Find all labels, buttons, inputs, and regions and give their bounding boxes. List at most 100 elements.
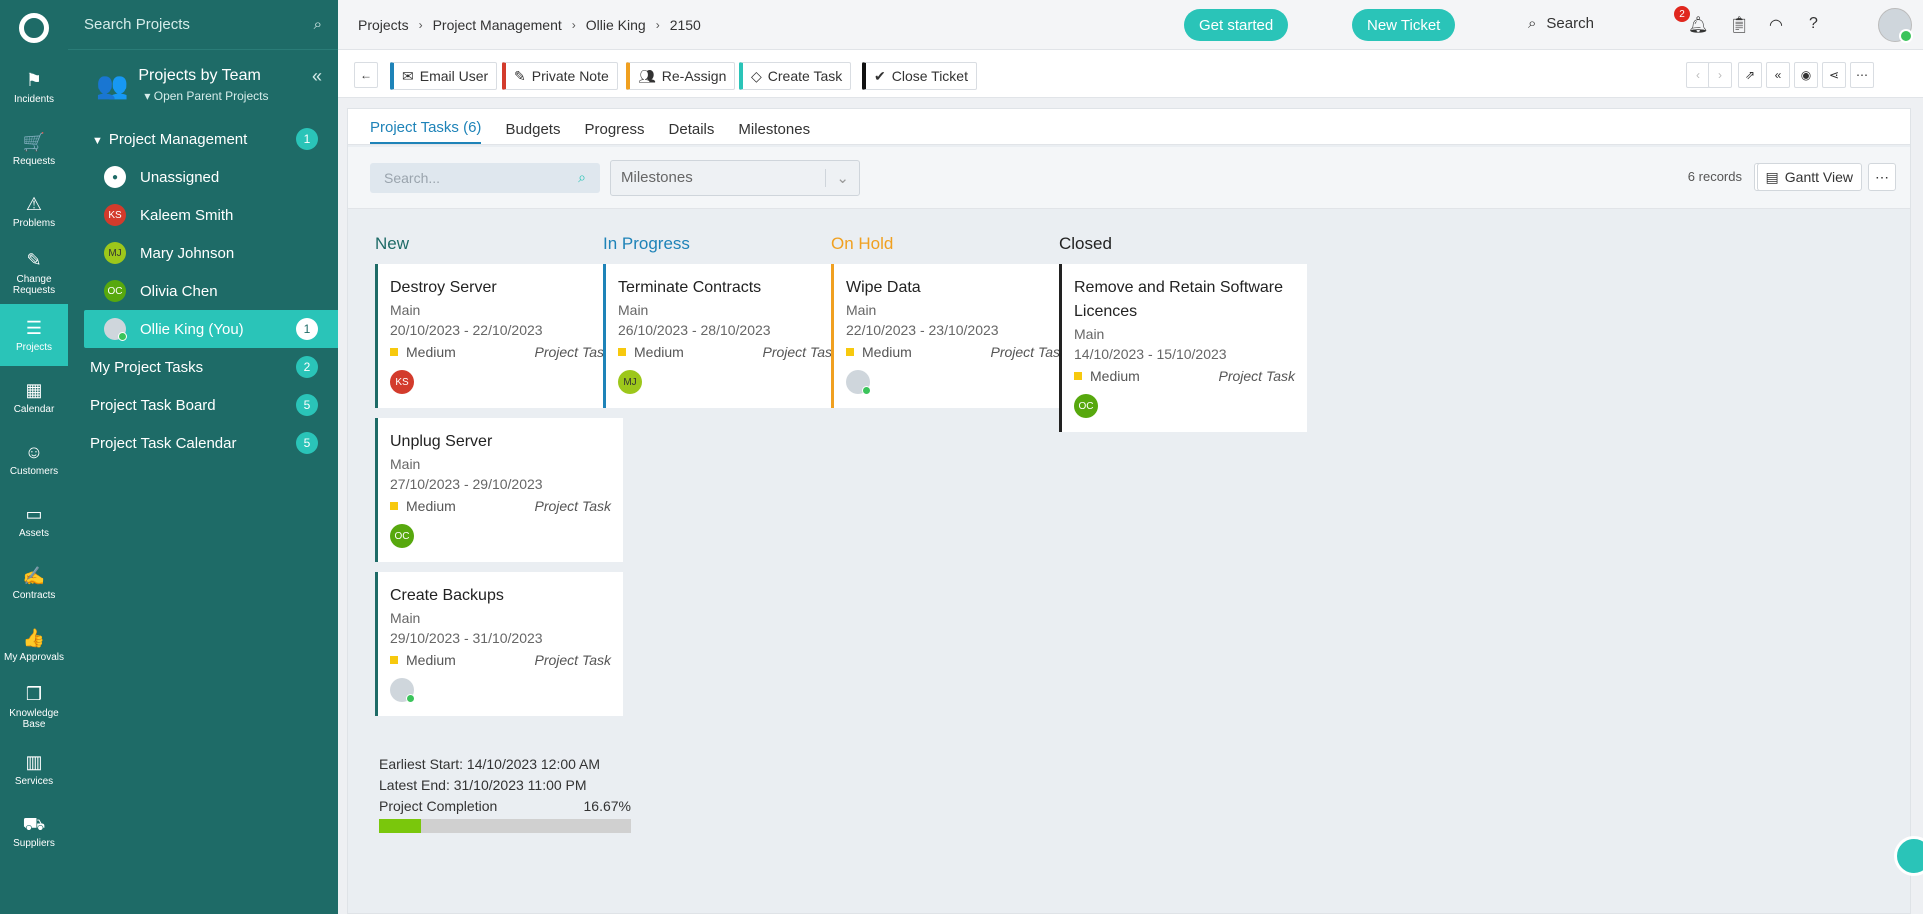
assignee-avatar [390,678,415,703]
assignee-avatar [846,370,871,395]
sidebar-user-name: Unassigned [140,168,220,186]
sidebar-link[interactable]: My Project Tasks 2 [68,348,338,386]
collapse-button[interactable]: « [1766,62,1790,88]
bell-icon[interactable]: 🔔︎ [1688,15,1708,35]
sidebar-user-name: Ollie King (You) [140,320,244,338]
open-external-button[interactable]: ⇗ [1738,62,1762,88]
breadcrumb-item[interactable]: Project Management [433,17,562,33]
rail-item-label: Requests [12,155,56,167]
tab-details[interactable]: Details [669,121,715,144]
prev-ticket-button[interactable]: ‹ [1686,62,1710,88]
sidebar-link-label: My Project Tasks [90,358,204,376]
rail-item-suppliers[interactable]: ⛟ Suppliers [0,800,68,862]
gantt-view-button[interactable]: ▤ Gantt View [1756,163,1862,191]
user-avatar[interactable] [1878,8,1913,43]
task-dates: 22/10/2023 - 23/10/2023 [846,322,999,338]
task-type: Project Task [1218,368,1295,384]
tab-milestones[interactable]: Milestones [738,121,810,144]
sidebar-user-name: Kaleem Smith [140,206,234,224]
project-summary: Earliest Start: 14/10/2023 12:00 AM Late… [379,754,631,833]
note-icon: ✎ [514,67,526,84]
rail-item-contracts[interactable]: ✍ Contracts [0,552,68,614]
watch-button[interactable]: ◉ [1794,62,1818,88]
more-actions-button[interactable]: ⋯ [1850,62,1874,88]
sidebar-user-item[interactable]: OC Olivia Chen [68,272,338,310]
private-note-button[interactable]: ✎ Private Note [502,62,618,90]
task-search-input[interactable]: Search... ⌕ [370,162,600,193]
back-button[interactable]: ← [354,62,378,88]
tag-icon: ◇ [751,67,762,84]
chevron-left-icon: ‹ [1696,68,1700,82]
app-logo[interactable] [0,0,68,56]
sidebar-group-project-management[interactable]: ▼ Project Management 1 [68,120,338,158]
priority-indicator [390,348,398,356]
rail-item-customers[interactable]: ☺ Customers [0,428,68,490]
breadcrumb-item[interactable]: Ollie King [586,17,646,33]
create-task-button[interactable]: ◇ Create Task [739,62,852,90]
task-card[interactable]: Wipe Data Main 22/10/2023 - 23/10/2023 Medi… [831,264,1079,408]
projects-sidebar: Search Projects ⌕ 👥 Projects by Team ▾ O… [68,0,338,914]
reassign-button[interactable]: 👥︎ Re-Assign [626,62,736,90]
board-column: Closed Remove and Retain Software Licence… [1059,234,1307,442]
collapse-sidebar-icon[interactable]: « [312,66,322,87]
rss-icon[interactable]: ◠ [1769,15,1783,35]
rail-item-assets[interactable]: ▭ Assets [0,490,68,552]
clipboard-icon[interactable]: 📋︎ [1729,15,1749,35]
sidebar-link[interactable]: Project Task Calendar 5 [68,424,338,462]
task-card[interactable]: Unplug Server Main 27/10/2023 - 29/10/2023… [375,418,623,562]
milestones-select[interactable]: Milestones ⌄ [610,159,860,196]
rail-item-knowledge-base[interactable]: ❒ Knowledge Base [0,676,68,738]
task-card[interactable]: Remove and Retain Software Licences Main 1… [1059,264,1307,432]
rail-item-calendar[interactable]: ▦ Calendar [0,366,68,428]
rail-item-services[interactable]: ▥ Services [0,738,68,800]
sidebar-search[interactable]: Search Projects ⌕ [68,0,338,50]
next-ticket-button[interactable]: › [1708,62,1732,88]
earliest-start: Earliest Start: 14/10/2023 12:00 AM [379,756,601,772]
task-milestone: Main [1074,326,1105,342]
sidebar-user-item[interactable]: ● Unassigned [68,158,338,196]
rail-item-problems[interactable]: ⚠ Problems [0,180,68,242]
rail-item-label: Suppliers [13,837,55,849]
email-user-button[interactable]: ✉ Email User [390,62,498,90]
tab-project-tasks[interactable]: Project Tasks (6) [370,119,482,144]
rail-item-incidents[interactable]: ⚑ Incidents [0,56,68,118]
share-button[interactable]: ⋖ [1822,62,1846,88]
avatar: KS [104,204,126,226]
sidebar-user-item[interactable]: MJ Mary Johnson [68,234,338,272]
rail-item-change-requests[interactable]: ✎ Change Requests [0,242,68,304]
task-title: Terminate Contracts [618,279,762,296]
get-started-button[interactable]: Get started [1184,9,1289,41]
tab-progress[interactable]: Progress [584,121,644,144]
customers-icon: ☺ [24,441,44,462]
sidebar-user-item[interactable]: Ollie King (You) 1 [84,310,338,348]
task-card[interactable]: Terminate Contracts Main 26/10/2023 - 28/1… [603,264,851,408]
task-card[interactable]: Create Backups Main 29/10/2023 - 31/10/202… [375,572,623,716]
sidebar-user-item[interactable]: KS Kaleem Smith [68,196,338,234]
calendar-icon: ▦ [25,379,43,400]
more-options-button[interactable]: ⋯ [1868,163,1896,191]
close-ticket-button[interactable]: ✔ Close Ticket [862,62,977,90]
task-priority: Medium [406,498,456,514]
group-label: Project Management [108,130,248,148]
rail-item-label: Knowledge Base [9,708,59,730]
sidebar-link[interactable]: Project Task Board 5 [68,386,338,424]
external-link-icon: ⇗ [1744,68,1756,82]
breadcrumb-item[interactable]: Projects [358,17,409,33]
tab-budgets[interactable]: Budgets [505,121,560,144]
incidents-icon: ⚑ [25,69,43,90]
task-milestone: Main [390,302,421,318]
rail-item-my-approvals[interactable]: 👍 My Approvals [0,614,68,676]
priority-indicator [1074,372,1082,380]
rail-item-requests[interactable]: 🛒 Requests [0,118,68,180]
chevron-right-icon: › [1718,68,1722,82]
sidebar-search-input[interactable]: Search Projects [84,16,190,33]
new-ticket-button[interactable]: New Ticket [1352,9,1456,41]
rail-item-projects[interactable]: ☰ Projects [0,304,68,366]
search-icon[interactable]: ⌕ [314,16,322,33]
rail-item-label: Assets [18,527,49,539]
task-card[interactable]: Destroy Server Main 20/10/2023 - 22/10/202… [375,264,623,408]
chevron-right-icon: › [418,17,423,32]
help-icon[interactable]: ? [1809,15,1818,33]
sidebar-subtitle[interactable]: ▾ Open Parent Projects [138,89,268,103]
global-search[interactable]: ⌕ Search [1528,15,1594,32]
